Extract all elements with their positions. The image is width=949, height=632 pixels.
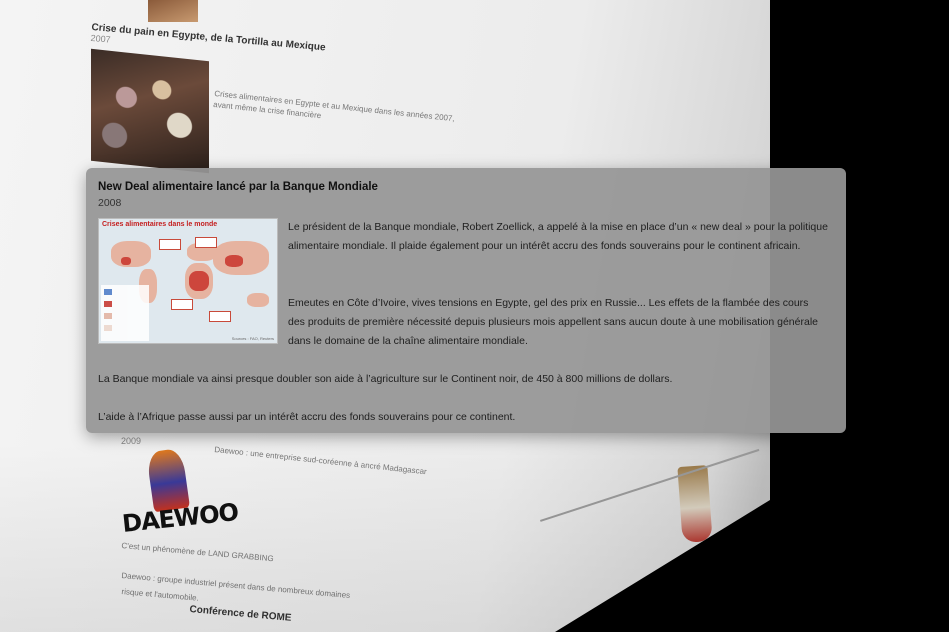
map-legend — [101, 285, 149, 341]
map-source: Sources : FAO, Reuters — [231, 336, 274, 341]
event-year: 2008 — [98, 197, 122, 209]
egypt-crowd-photo — [91, 48, 209, 174]
crest-badge-icon — [677, 465, 713, 543]
event-paragraph-1: Le président de la Banque mondiale, Robe… — [288, 221, 828, 252]
map-oceania — [247, 293, 269, 307]
map-north-america — [111, 241, 151, 267]
event-paragraph-4: L’aide à l’Afrique passe aussi par un in… — [98, 411, 516, 423]
map-africa-crisis-zone — [189, 271, 209, 291]
map-title: Crises alimentaires dans le monde — [102, 221, 218, 228]
map-mexico-crisis-zone — [121, 257, 131, 265]
map-asia-crisis-zone — [225, 255, 243, 267]
event-paragraph-3: La Banque mondiale va ainsi presque doub… — [98, 373, 673, 385]
top-photo-thumbnail — [148, 0, 198, 22]
map-callout — [209, 311, 231, 322]
daewoo-logo: DAEWOO — [121, 447, 239, 545]
event-paragraph-2: Emeutes en Côte d’Ivoire, vives tensions… — [288, 297, 818, 347]
map-callout — [159, 239, 181, 250]
food-crisis-world-map: Crises alimentaires dans le monde Source… — [98, 218, 278, 344]
bg-entry-daewoo-year: 2009 — [121, 436, 142, 446]
map-callout — [195, 237, 217, 248]
event-title: New Deal alimentaire lancé par la Banque… — [98, 181, 378, 193]
event-detail-card[interactable]: New Deal alimentaire lancé par la Banque… — [86, 168, 846, 433]
map-callout — [171, 299, 193, 310]
